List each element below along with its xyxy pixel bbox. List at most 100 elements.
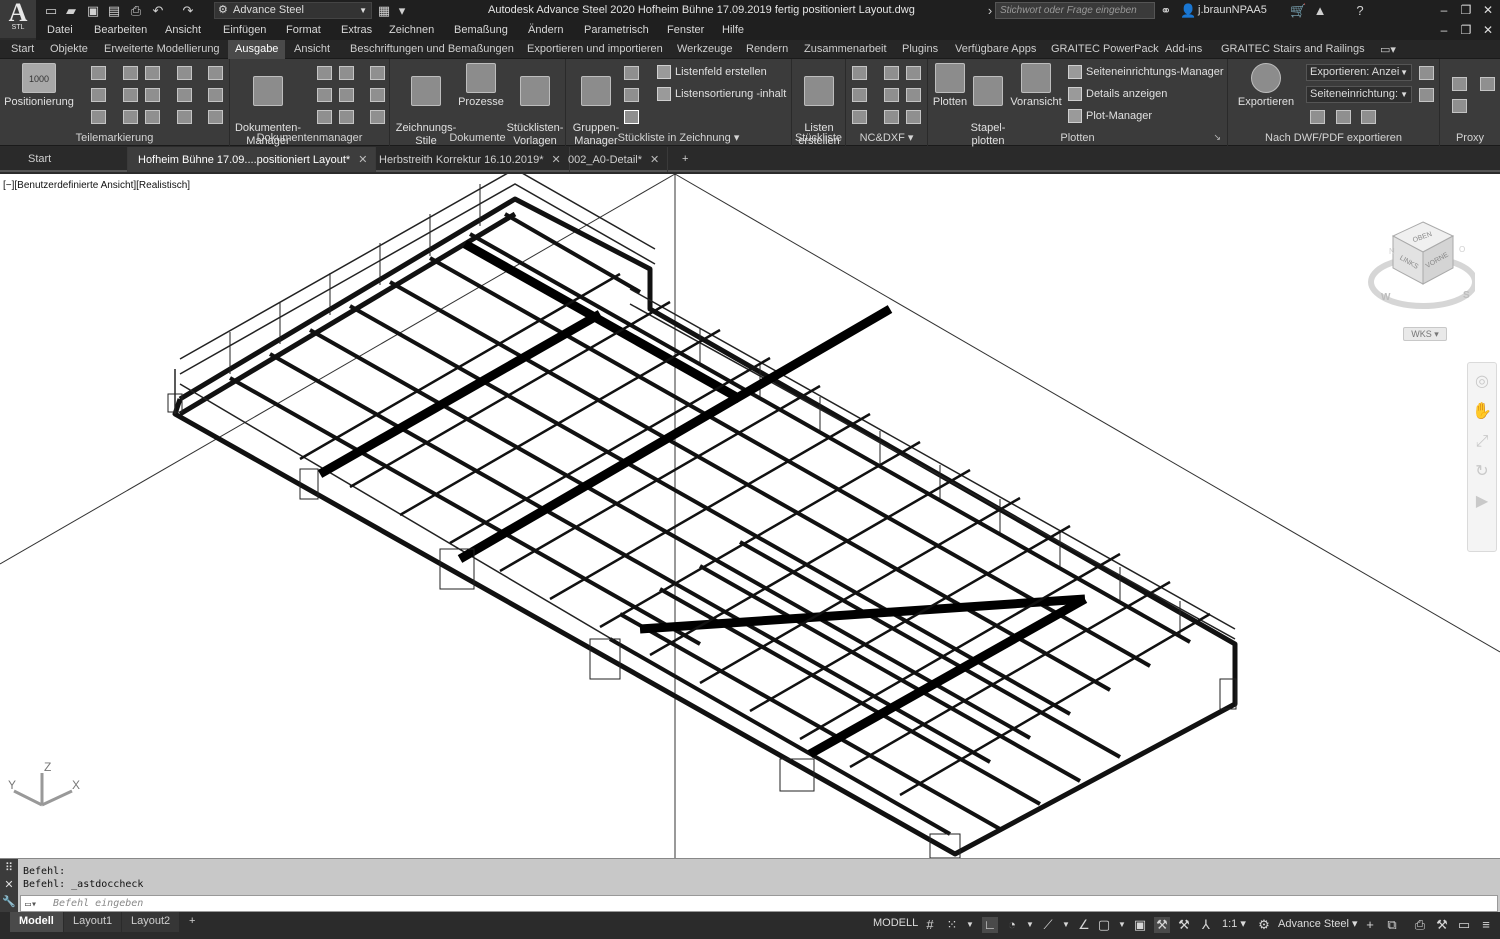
orbit-icon[interactable]: ↻ [1471,461,1493,483]
bom-tool-icon[interactable] [624,88,639,102]
file-tab-herbstreith[interactable]: Herbstreith Korrektur 16.10.2019* ✕ [369,147,570,172]
command-input[interactable]: ▭▾ Befehl eingeben [20,895,1498,912]
menu-parametrisch[interactable]: Parametrisch [584,24,649,36]
page-setup-dropdown[interactable]: Seiteneinrichtung: ▼ [1306,86,1412,103]
snap-icon[interactable]: ⁙ [944,917,960,933]
wcs-dropdown[interactable]: WKS ▾ [1403,327,1447,341]
plotten-button[interactable]: Plotten [930,63,970,109]
menu-zeichnen[interactable]: Zeichnen [389,24,434,36]
tab-graitec-stairs[interactable]: GRAITEC Stairs and Railings [1221,43,1365,55]
annotation-scale-dropdown[interactable]: 1:1 ▾ [1222,917,1246,930]
nc-tool-icon[interactable] [884,66,899,80]
customization-menu-icon[interactable]: ≡ [1478,917,1494,933]
file-tab-detail[interactable]: 002_A0-Detail* ✕ [558,147,669,172]
grip-icon[interactable]: ⠿ [0,861,18,874]
mark-tool-icon[interactable] [208,66,223,80]
dxf-icon[interactable] [852,88,867,102]
document-tool-icon[interactable] [339,66,354,80]
document-tool-icon[interactable] [339,88,354,102]
nc-icon[interactable] [852,66,867,80]
nc-tool-icon[interactable] [906,66,921,80]
drawing-viewport[interactable]: [−][Benutzerdefinierte Ansicht][Realisti… [0,174,1500,858]
zoom-extents-icon[interactable]: ⤢ [1471,431,1493,453]
polar-tracking-icon[interactable]: ◔ [1004,917,1020,933]
object-snap-icon[interactable]: ▢ [1096,917,1112,933]
mark-tool-icon[interactable] [145,66,160,80]
mark-tool-icon[interactable] [177,66,192,80]
close-tab-icon[interactable]: ✕ [650,154,659,166]
annotation-monitor-icon[interactable]: ⅄ [1198,917,1214,933]
tab-werkzeuge[interactable]: Werkzeuge [677,43,732,55]
proxy-tool-icon[interactable] [1452,99,1467,113]
redo-icon[interactable]: ↷ [180,3,196,19]
file-tab-start[interactable]: Start [18,147,128,172]
command-line-handle[interactable]: ⠿ ✕ 🔧 [0,859,18,913]
nc-tool-icon[interactable] [906,88,921,102]
listenfeld-erstellen-button[interactable]: Listenfeld erstellen [657,63,767,81]
pan-hand-icon[interactable]: ✋ [1471,401,1493,423]
close-tab-icon[interactable]: ✕ [358,154,367,166]
menu-ansicht[interactable]: Ansicht [165,24,201,36]
ortho-icon[interactable]: ∟ [982,917,998,933]
export-tool-icon[interactable] [1310,110,1325,124]
bom-tool-icon[interactable] [624,66,639,80]
undo-icon[interactable]: ↶ [150,3,166,19]
open-folder-icon[interactable]: ▰ [63,3,79,19]
selection-cycling-icon[interactable]: ▣ [1132,917,1148,933]
command-prompt-icon[interactable]: ▭▾ [25,897,37,912]
tab-ansicht[interactable]: Ansicht [294,43,330,55]
export-tool-icon[interactable] [1419,66,1434,80]
menu-bearbeiten[interactable]: Bearbeiten [94,24,147,36]
menu-fenster[interactable]: Fenster [667,24,704,36]
workspace-dropdown[interactable]: ⚙ Advance Steel ▼ [214,2,372,19]
prozesse-button[interactable]: Prozesse [458,63,504,109]
gear-icon[interactable]: ⚙ [1256,917,1272,933]
mark-tool-icon[interactable] [123,110,138,124]
layer-icon[interactable]: ▦ [376,3,392,19]
plot-manager-button[interactable]: Plot-Manager [1068,107,1152,125]
mark-tool-icon[interactable] [123,66,138,80]
ribbon-minimize-toggle-icon[interactable]: ▭▾ [1380,43,1396,56]
positionierung-button[interactable]: 1000 Positionierung [3,63,75,109]
cam-icon[interactable] [884,88,899,102]
export-tool-icon[interactable] [1336,110,1351,124]
application-menu-button[interactable]: A STL [0,0,36,38]
hardware-acceleration-icon[interactable]: ⎙ [1412,917,1428,933]
isolate-objects-icon[interactable]: ⧉ [1384,917,1400,933]
user-icon[interactable]: 👤 [1180,3,1196,19]
tab-objekte[interactable]: Objekte [50,43,88,55]
cart-icon[interactable]: 🛒 [1290,3,1306,19]
viewcube[interactable]: OBEN LINKS VORNE W S N O [1365,214,1475,344]
group-label-stueckliste-zeichnung[interactable]: Stückliste in Zeichnung ▾ [566,131,791,144]
mark-tool-icon[interactable] [91,88,106,102]
help-search-input[interactable]: Stichwort oder Frage eingeben [995,2,1155,19]
tab-beschriftungen[interactable]: Beschriftungen und Bemaßungen [350,43,514,55]
close-window-button[interactable]: ✕ [1478,2,1498,18]
mark-tool-icon[interactable] [145,88,160,102]
help-icon[interactable]: ? [1352,3,1368,19]
minimize-window-button[interactable]: – [1434,2,1454,18]
signed-in-user[interactable]: j.braunNPAA5 [1198,4,1267,16]
wrench-icon[interactable]: 🔧 [0,895,18,908]
doc-close-button[interactable]: ✕ [1478,22,1498,38]
export-display-dropdown[interactable]: Exportieren: Anzei ▼ [1306,64,1412,81]
showmotion-icon[interactable]: ▶ [1471,491,1493,513]
object-snap-tracking-icon[interactable]: ∠ [1076,917,1092,933]
model-space-toggle[interactable]: MODELL [873,917,918,929]
export-tool-icon[interactable] [1361,110,1376,124]
mark-tool-icon[interactable] [123,88,138,102]
listensortierung-button[interactable]: Listensortierung -inhalt [657,85,786,103]
chevron-down-icon[interactable]: ▼ [1022,917,1038,933]
steering-wheel-icon[interactable]: ◎ [1471,371,1493,393]
annotation-scale-auto-icon[interactable]: ⚒ [1176,917,1192,933]
new-file-icon[interactable]: ▭ [43,3,59,19]
save-as-icon[interactable]: ▤ [106,3,122,19]
tab-plugins[interactable]: Plugins [902,43,938,55]
document-tool-icon[interactable] [317,110,332,124]
layout-tab-layout2[interactable]: Layout2 [122,912,180,932]
close-icon[interactable]: ✕ [0,878,18,891]
mark-tool-icon[interactable] [91,110,106,124]
tab-zusammenarbeit[interactable]: Zusammenarbeit [804,43,887,55]
voransicht-button[interactable]: Voransicht [1008,63,1064,109]
grid-icon[interactable]: # [922,917,938,933]
